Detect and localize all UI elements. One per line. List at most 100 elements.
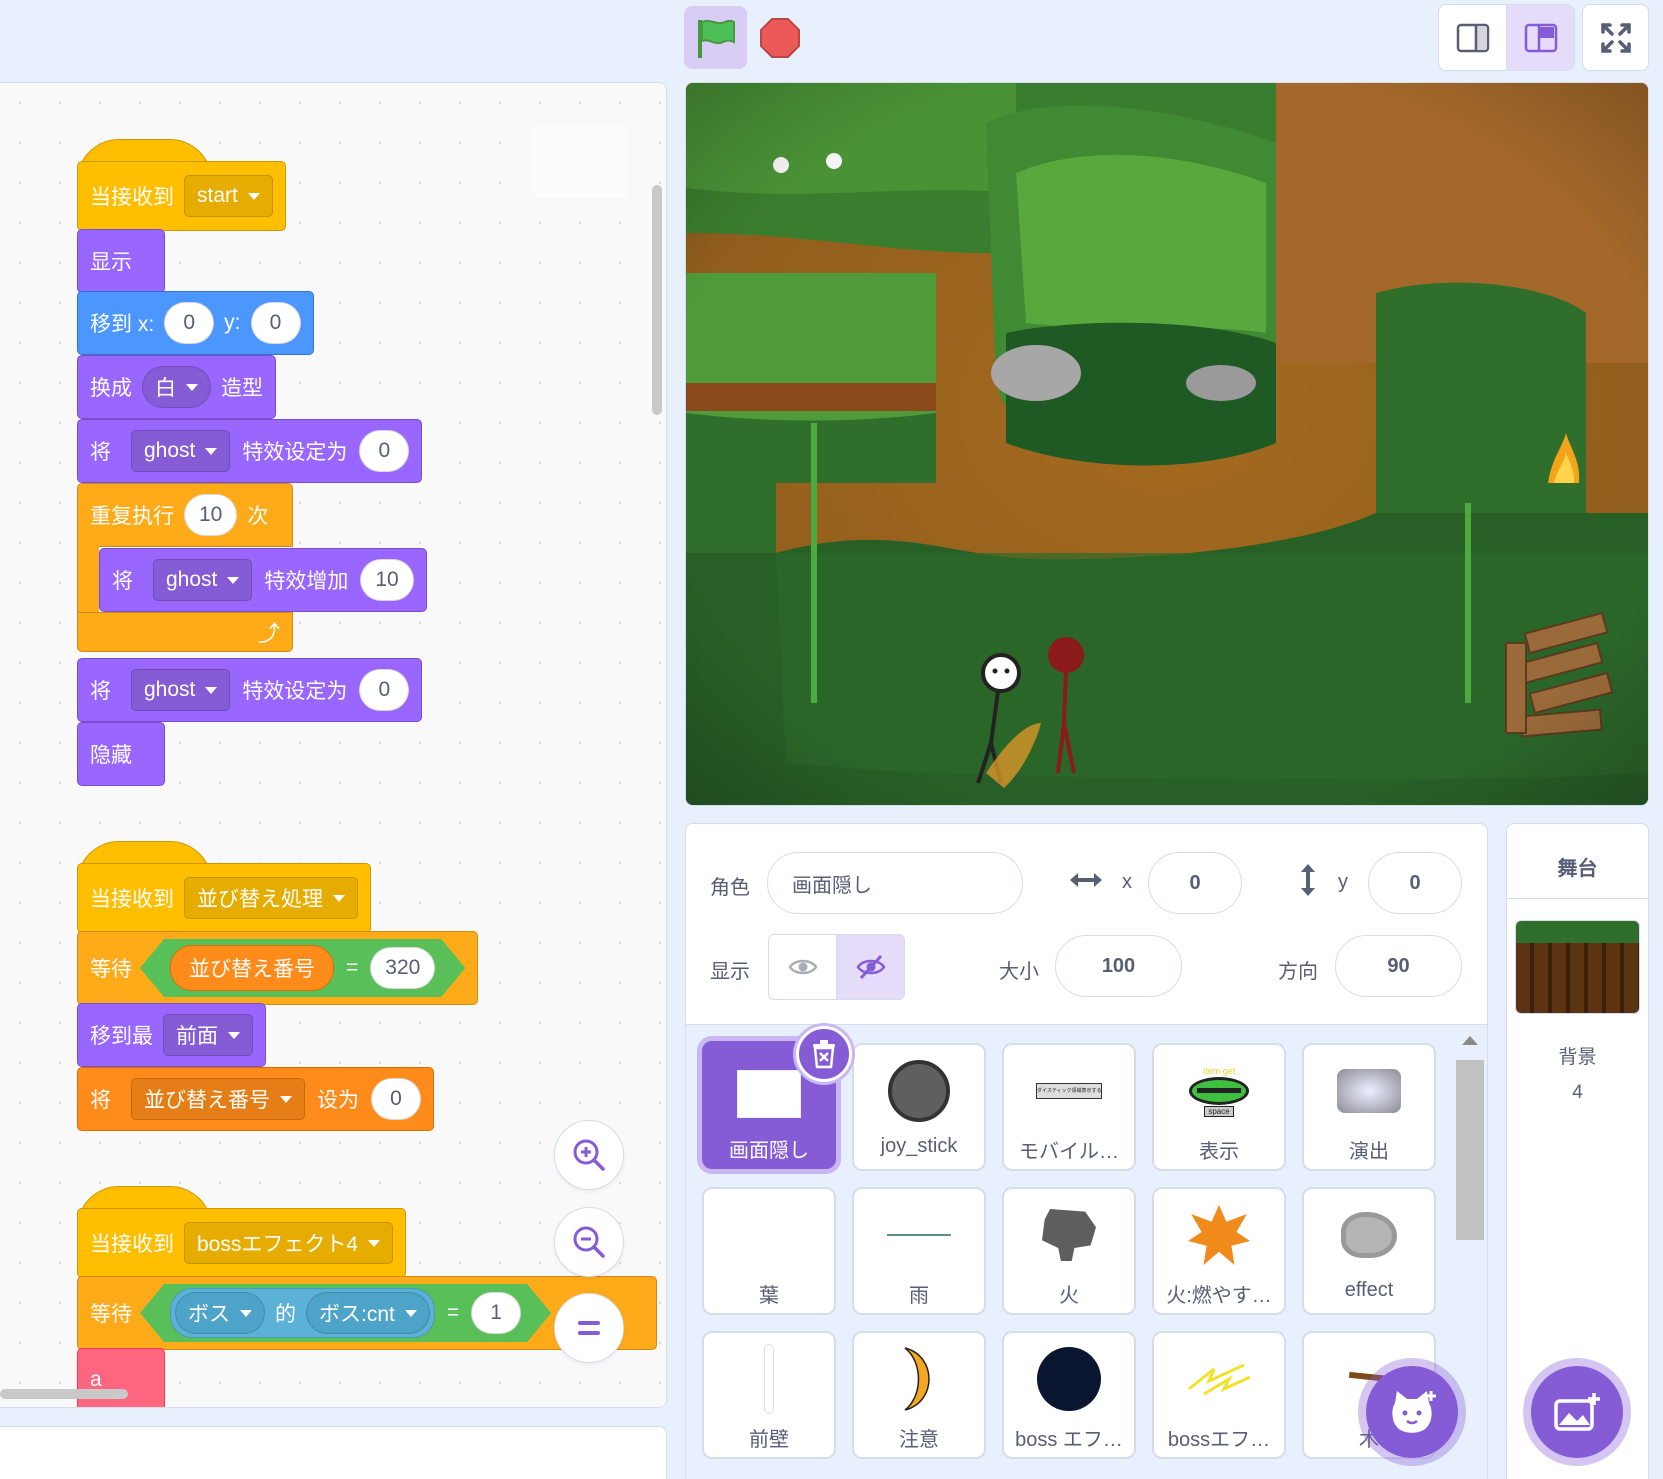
zoom-reset-button[interactable] <box>554 1293 624 1363</box>
effect-value-input[interactable]: 10 <box>360 559 414 601</box>
set-value-input[interactable]: 0 <box>371 1078 421 1120</box>
sprite-tile-hi[interactable]: 火 <box>1002 1187 1136 1315</box>
set-effect-block[interactable]: 将 ghost 特效设定为 0 <box>77 658 423 722</box>
dropdown-value: 並び替え処理 <box>197 888 323 911</box>
dropdown-value: 並び替え番号 <box>144 1089 270 1112</box>
switch-costume-block[interactable]: 换成 白 造型 <box>77 355 276 419</box>
zoom-in-icon <box>573 1139 605 1171</box>
small-stage-icon <box>1456 23 1489 52</box>
sprite-tile-enshutsu[interactable]: 演出 <box>1302 1043 1436 1171</box>
y-input[interactable]: 0 <box>1368 852 1462 914</box>
dropdown-value: ghost <box>144 439 196 462</box>
compare-value-input[interactable]: 320 <box>370 947 435 989</box>
equals-operator[interactable]: 並び替え番号 = 320 <box>140 939 465 997</box>
message-dropdown[interactable]: bossエフェクト4 <box>184 1222 394 1264</box>
operator-label: = <box>446 1301 460 1324</box>
sprite-tile-hi-moyasu[interactable]: 火:燃やす… <box>1152 1187 1286 1315</box>
sprite-tile-ha[interactable]: 葉 <box>702 1187 836 1315</box>
variable-dropdown[interactable]: 並び替え番号 <box>131 1078 305 1120</box>
dropdown-value: start <box>197 184 238 207</box>
set-effect-block[interactable]: 将 ghost 特效设定为 0 <box>77 419 423 483</box>
costume-dropdown[interactable]: 白 <box>142 366 211 408</box>
block-label: 显示 <box>90 251 132 274</box>
compare-value-input[interactable]: 1 <box>471 1292 521 1334</box>
delete-sprite-button[interactable] <box>796 1026 852 1082</box>
fullscreen-button[interactable] <box>1582 4 1649 71</box>
sprite-tile-mobile[interactable]: ダイスティック領域表示する (モバイル) モバイル… <box>1002 1043 1136 1171</box>
backpack-panel[interactable] <box>0 1426 667 1479</box>
sprite-tile-joy-stick[interactable]: joy_stick <box>852 1043 986 1171</box>
set-variable-block[interactable]: 将 並び替え番号 设为 0 <box>77 1067 434 1131</box>
sprite-info-panel: 角色 x 0 y 0 显示 大小 100 方向 90 <box>685 823 1488 1025</box>
effect-dropdown[interactable]: ghost <box>153 559 253 601</box>
custom-block[interactable]: a <box>77 1348 165 1407</box>
variable-reporter[interactable]: 並び替え番号 <box>170 945 334 991</box>
small-stage-button[interactable] <box>1439 5 1506 70</box>
stage-canvas[interactable] <box>685 82 1649 806</box>
message-dropdown[interactable]: 並び替え処理 <box>184 877 358 919</box>
when-receive-boss-block[interactable]: 当接收到 bossエフェクト4 <box>77 1208 407 1278</box>
sprite-thumbnail <box>704 1199 834 1271</box>
sprite-tile-ame[interactable]: 雨 <box>852 1187 986 1315</box>
property-dropdown[interactable]: ボス:cnt <box>306 1292 430 1334</box>
sprite-tile-maekabe[interactable]: 前壁 <box>702 1331 836 1459</box>
repeat-block[interactable]: 重复执行 10 次 <box>77 483 293 547</box>
go-to-front-block[interactable]: 移到最 前面 <box>77 1003 266 1067</box>
effect-dropdown[interactable]: ghost <box>131 430 231 472</box>
dropdown-value: ボス <box>188 1303 230 1326</box>
wait-until-block[interactable]: 等待 並び替え番号 = 320 <box>77 931 479 1005</box>
hide-block[interactable]: 隐藏 <box>77 722 165 786</box>
sprite-tile-hyouji[interactable]: Item get space 表示 <box>1152 1043 1286 1171</box>
sprite-tile-name: joy_stick <box>880 1135 958 1157</box>
change-effect-block[interactable]: 将 ghost 特效增加 10 <box>99 548 427 612</box>
sprite-tile-boss-effect-2[interactable]: bossエフ… <box>1152 1331 1286 1459</box>
backdrop-thumbnail[interactable] <box>1515 920 1640 1014</box>
effect-value-input[interactable]: 0 <box>359 669 410 711</box>
layer-dropdown[interactable]: 前面 <box>163 1014 253 1056</box>
workspace-vertical-scrollbar[interactable] <box>652 185 662 415</box>
x-input[interactable]: 0 <box>164 302 215 344</box>
workspace-horizontal-scrollbar[interactable] <box>0 1389 128 1399</box>
sprite-list-scroll-thumb[interactable] <box>1456 1060 1484 1240</box>
block-label: 造型 <box>221 377 263 400</box>
block-label: 当接收到 <box>90 1233 174 1256</box>
when-receive-start-block[interactable]: 当接收到 start <box>77 161 286 231</box>
goto-xy-block[interactable]: 移到 x: 0 y: 0 <box>77 291 314 355</box>
size-input[interactable]: 100 <box>1055 935 1182 997</box>
show-sprite-button[interactable] <box>769 935 836 999</box>
y-input[interactable]: 0 <box>250 302 301 344</box>
equals-operator[interactable]: ボス 的 ボス:cnt = 1 <box>140 1284 551 1342</box>
effect-dropdown[interactable]: ghost <box>131 669 231 711</box>
scroll-up-icon[interactable] <box>1462 1036 1478 1045</box>
zoom-out-button[interactable] <box>554 1207 624 1277</box>
direction-input[interactable]: 90 <box>1335 935 1462 997</box>
choose-sprite-button[interactable] <box>1366 1366 1458 1458</box>
message-dropdown[interactable]: start <box>184 175 273 217</box>
show-block[interactable]: 显示 <box>77 229 165 293</box>
stop-button[interactable] <box>758 16 802 60</box>
effect-value-input[interactable]: 0 <box>359 430 410 472</box>
y-position-icon <box>1298 862 1318 903</box>
zoom-in-button[interactable] <box>554 1120 624 1190</box>
sprite-thumbnail <box>1304 1199 1434 1271</box>
sprite-tile-effect[interactable]: effect <box>1302 1187 1436 1315</box>
hide-sprite-button[interactable] <box>836 935 904 999</box>
sprite-tile-chuui[interactable]: 注意 <box>852 1331 986 1459</box>
sprite-name-input[interactable] <box>767 852 1023 914</box>
sprite-thumbnail <box>704 1343 834 1415</box>
green-flag-button[interactable] <box>684 6 747 69</box>
choose-backdrop-button[interactable] <box>1531 1366 1623 1458</box>
when-receive-sort-block[interactable]: 当接收到 並び替え処理 <box>77 863 371 933</box>
sensing-of-reporter[interactable]: ボス 的 ボス:cnt <box>170 1288 435 1338</box>
repeat-count-input[interactable]: 10 <box>184 494 238 536</box>
backdrops-count: 4 <box>1572 1082 1583 1103</box>
stage-scene <box>686 83 1648 805</box>
large-stage-button[interactable] <box>1506 5 1574 70</box>
sprite-tile-boss-effect-1[interactable]: boss エフ… <box>1002 1331 1136 1459</box>
x-input[interactable]: 0 <box>1148 852 1242 914</box>
code-workspace[interactable]: 当接收到 start 显示 移到 x: 0 y: 0 换成 白 造型 将 gho… <box>0 82 667 1408</box>
sprite-tile-name: モバイル… <box>1019 1141 1119 1163</box>
object-dropdown[interactable]: ボス <box>175 1292 265 1334</box>
block-label: 特效设定为 <box>242 441 348 464</box>
block-label: 等待 <box>90 958 132 981</box>
